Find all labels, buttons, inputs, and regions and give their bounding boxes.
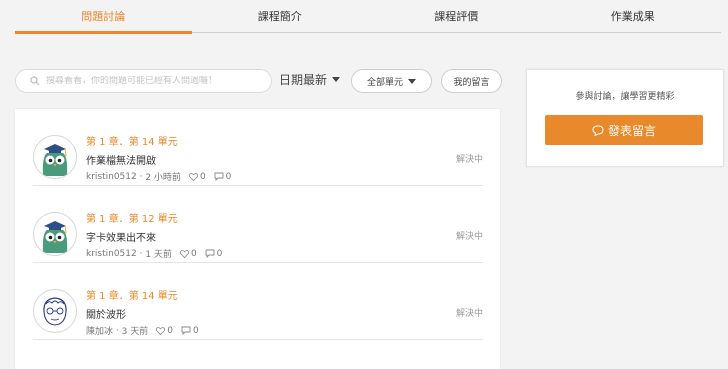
post-comment-label: 發表留言	[607, 123, 656, 138]
comment-icon	[214, 172, 224, 181]
search-box	[15, 69, 272, 93]
post-chapter-title[interactable]: 第 1 章．第 12 單元	[86, 210, 178, 225]
heart-icon	[156, 326, 166, 335]
list-item[interactable]: 第 1 章．第 14 單元 作業檔無法開啟 kristin0512 · 2 小時…	[33, 109, 483, 186]
search-icon	[30, 76, 40, 86]
comment-button[interactable]: 0	[205, 248, 223, 259]
post-meta: kristin0512 · 1 天前 0 0	[86, 248, 223, 261]
comment-button[interactable]: 0	[181, 326, 199, 336]
comment-count: 0	[192, 325, 199, 336]
tab-course-intro[interactable]: 課程簡介	[192, 0, 369, 32]
status-badge: 解決中	[455, 155, 483, 165]
heart-icon	[188, 172, 198, 181]
like-count: 0	[167, 325, 173, 336]
post-time: 3 天前	[121, 327, 149, 337]
comment-button[interactable]: 0	[214, 171, 232, 182]
caret-down-icon	[408, 78, 416, 84]
like-count: 0	[199, 171, 206, 182]
owl-avatar	[33, 135, 77, 179]
post-time: 2 小時前	[145, 173, 181, 183]
post-text: 字卡效果出不來	[86, 233, 156, 244]
like-button[interactable]: 0	[156, 326, 173, 336]
unit-filter-label: 全部單元	[366, 77, 403, 88]
caret-down-icon	[332, 77, 341, 82]
comment-count: 0	[225, 171, 232, 182]
my-comments-button[interactable]: 我的留言	[441, 69, 502, 93]
like-button[interactable]: 0	[179, 248, 197, 259]
post-author: kristin0512	[86, 248, 137, 259]
my-comments-label: 我的留言	[453, 77, 490, 88]
post-comment-panel: 參與討論，讓學習更精彩 發表留言	[526, 69, 724, 167]
comment-count: 0	[216, 248, 223, 259]
owl-avatar	[33, 212, 77, 256]
list-item[interactable]: 第 1 章．第 14 單元 關於波形 陳加冰 · 3 天前 0 0 解決中	[33, 263, 483, 340]
post-time: 1 天前	[145, 250, 172, 260]
post-chapter-title[interactable]: 第 1 章．第 14 單元	[86, 133, 178, 148]
status-badge: 解決中	[455, 309, 483, 319]
post-meta: 陳加冰 · 3 天前 0 0	[86, 325, 199, 338]
heart-icon	[179, 249, 189, 258]
post-chapter-title[interactable]: 第 1 章．第 14 單元	[86, 287, 178, 302]
sort-label: 日期最新	[279, 73, 328, 87]
sketch-face-avatar	[33, 289, 77, 333]
tab-assignments[interactable]: 作業成果	[545, 0, 722, 32]
comment-icon	[592, 124, 604, 136]
tab-discussion[interactable]: 問題討論	[15, 0, 192, 34]
search-input[interactable]	[46, 76, 266, 86]
status-badge: 解決中	[455, 232, 483, 242]
post-text: 作業檔無法開啟	[86, 156, 156, 167]
discussion-prompt: 參與討論，讓學習更精彩	[575, 92, 675, 102]
like-count: 0	[190, 248, 197, 259]
comment-icon	[181, 326, 191, 335]
post-author: 陳加冰	[86, 327, 114, 337]
sort-dropdown[interactable]: 日期最新	[279, 71, 341, 88]
comment-icon	[205, 249, 215, 258]
post-comment-button[interactable]: 發表留言	[545, 115, 703, 145]
post-meta: kristin0512 · 2 小時前 0 0	[86, 171, 232, 184]
list-item[interactable]: 第 1 章．第 12 單元 字卡效果出不來 kristin0512 · 1 天前…	[33, 186, 483, 263]
post-text: 關於波形	[86, 310, 126, 321]
tab-course-reviews[interactable]: 課程評價	[368, 0, 545, 32]
discussion-list: 第 1 章．第 14 單元 作業檔無法開啟 kristin0512 · 2 小時…	[15, 109, 500, 369]
course-tabs: 問題討論 課程簡介 課程評價 作業成果	[15, 0, 722, 34]
unit-filter-dropdown[interactable]: 全部單元	[351, 69, 432, 93]
post-author: kristin0512	[86, 171, 137, 182]
like-button[interactable]: 0	[188, 171, 206, 182]
